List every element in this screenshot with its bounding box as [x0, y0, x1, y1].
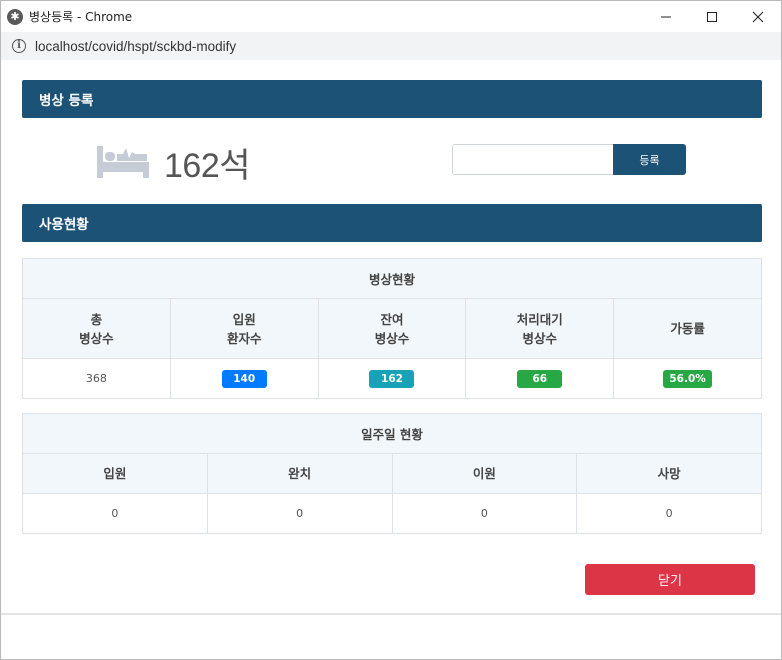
- col-total-beds: 총 병상수: [22, 298, 171, 359]
- register-button[interactable]: 등록: [613, 144, 686, 175]
- weekly-status-table: 일주일 현황 입원 완치 이원 사망 0 0 0 0: [22, 413, 762, 534]
- info-icon[interactable]: i: [12, 39, 26, 53]
- pending-badge: 66: [517, 369, 563, 388]
- col-pending: 처리대기 병상수: [465, 298, 615, 359]
- weekly-status-caption: 일주일 현황: [22, 413, 762, 454]
- admitted-badge: 140: [221, 369, 267, 388]
- gear-icon: ✱: [7, 8, 23, 25]
- total-beds-value: 368: [22, 358, 171, 399]
- col-recovered: 완치: [206, 453, 393, 494]
- close-icon: [752, 11, 764, 22]
- minimize-button[interactable]: [643, 1, 689, 32]
- window-titlebar: ✱ 병상등록 - Chrome: [0, 0, 782, 32]
- address-bar[interactable]: i localhost/covid/hspt/sckbd-modify: [0, 32, 782, 60]
- url-text[interactable]: localhost/covid/hspt/sckbd-modify: [35, 39, 236, 54]
- maximize-button[interactable]: [689, 1, 735, 32]
- usage-section-header: 사용현황: [22, 204, 762, 242]
- col-admitted: 입원 환자수: [169, 298, 319, 359]
- col-utilization: 가동률: [613, 298, 762, 359]
- transferred-value: 0: [391, 493, 578, 534]
- utilization-badge: 56.0%: [663, 369, 712, 388]
- recovered-value: 0: [206, 493, 393, 534]
- window-controls: [643, 1, 781, 32]
- bed-status-caption: 병상현황: [22, 258, 762, 299]
- close-window-button[interactable]: [735, 1, 781, 32]
- bed-count: 162석: [164, 147, 251, 185]
- bed-count-input[interactable]: [452, 144, 614, 175]
- usage-section-title: 사용현황: [39, 217, 89, 233]
- deceased-value: 0: [576, 493, 762, 534]
- col-admission: 입원: [22, 453, 208, 494]
- minimize-icon: [661, 16, 671, 17]
- close-button[interactable]: 닫기: [585, 564, 755, 595]
- admission-value: 0: [22, 493, 208, 534]
- col-deceased: 사망: [576, 453, 762, 494]
- col-remaining: 잔여 병상수: [317, 298, 467, 359]
- maximize-icon: [707, 11, 717, 22]
- bed-status-table: 병상현황 총 병상수 입원 환자수 잔여 병상수 처리대기 병상수 가동률 368 14…: [22, 258, 762, 399]
- register-section-header: 병상 등록: [22, 80, 762, 118]
- bed-icon: [97, 146, 149, 178]
- window-title: 병상등록 - Chrome: [29, 10, 133, 24]
- footer-divider: [1, 613, 781, 615]
- page-content: 병상 등록 162석 등록 사용현황 병상현황 총 병상수 입원 환자수 잔여 병상수…: [0, 60, 782, 660]
- col-transferred: 이원: [391, 453, 578, 494]
- register-section-title: 병상 등록: [39, 93, 94, 109]
- remaining-badge: 162: [369, 369, 415, 388]
